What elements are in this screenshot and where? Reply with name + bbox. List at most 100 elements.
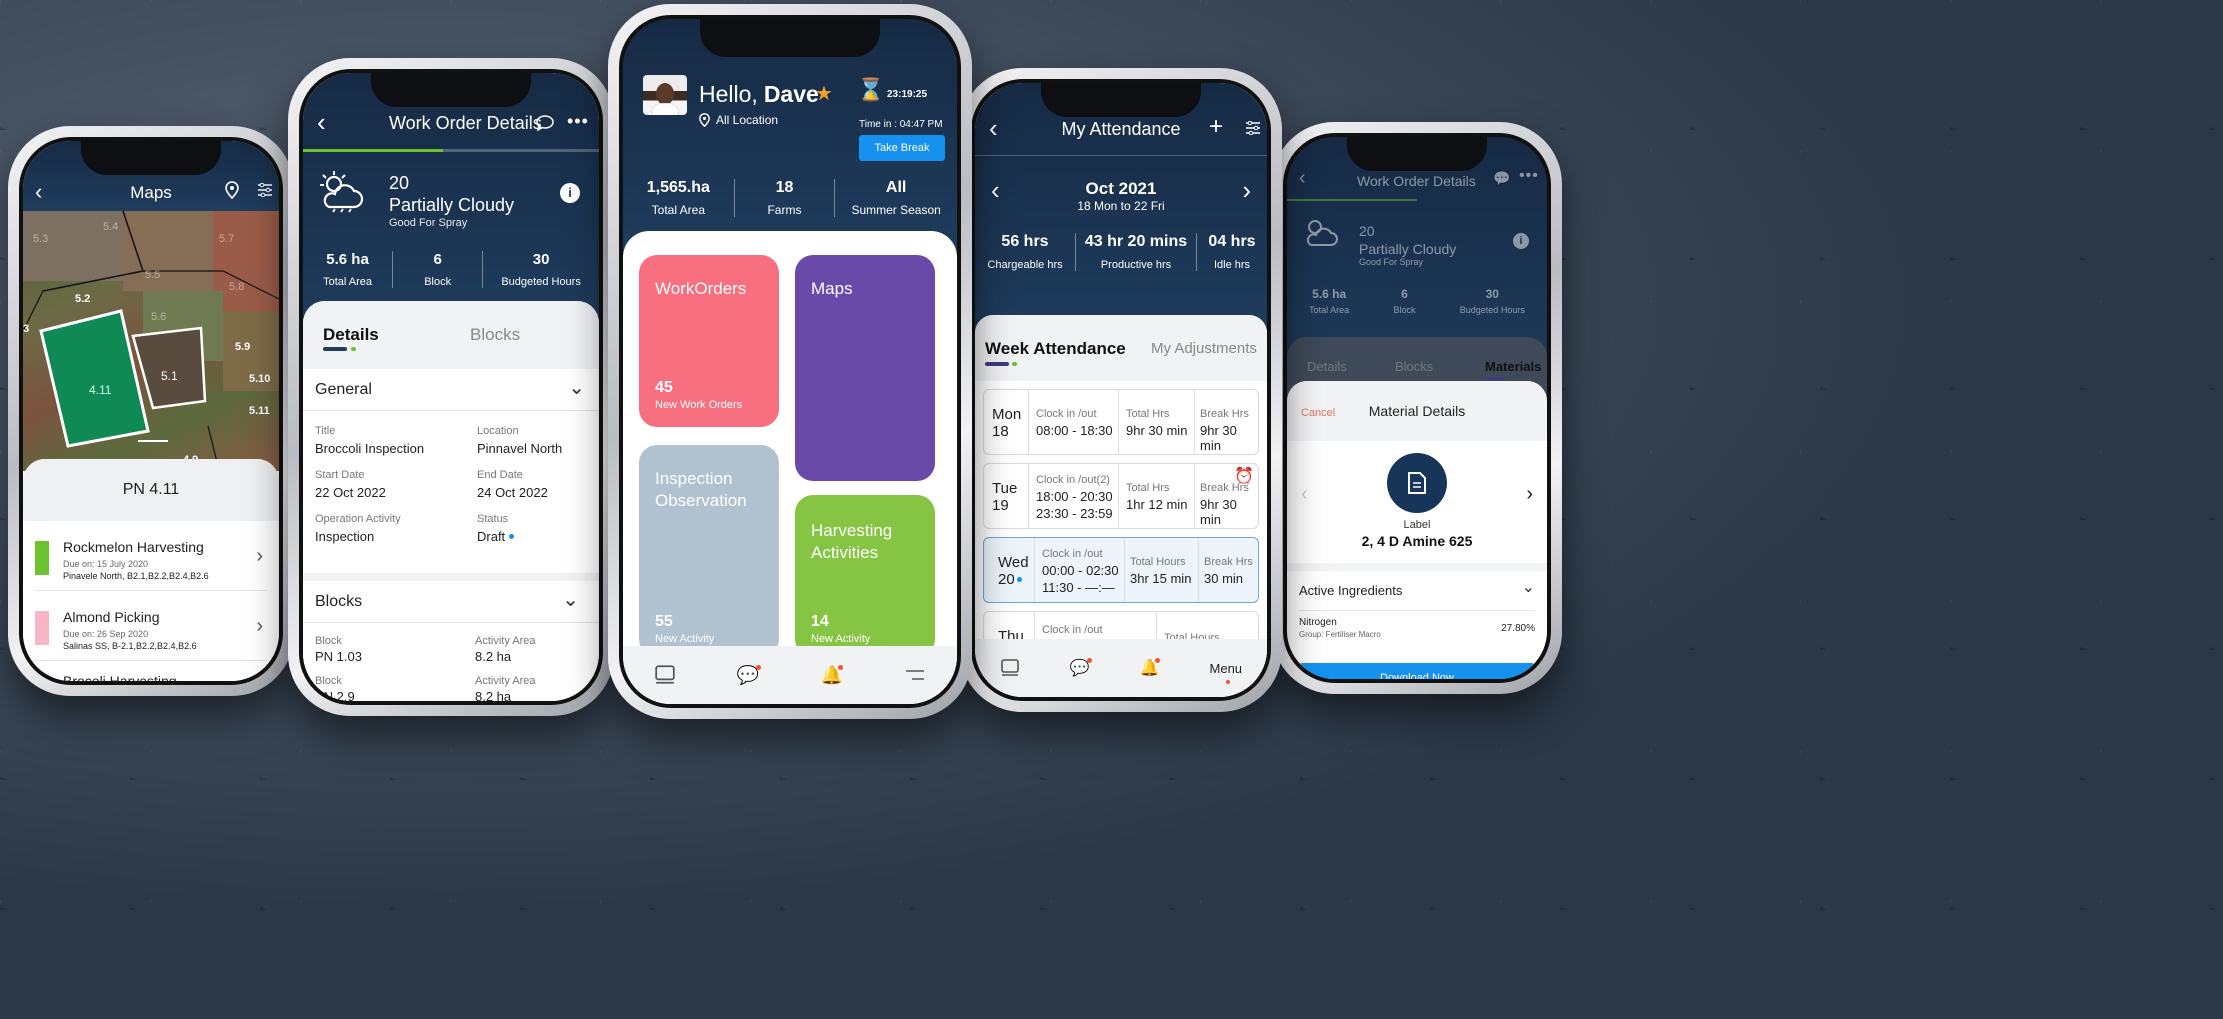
week-range: 18 Mon to 22 Fri bbox=[1077, 199, 1165, 213]
item-due: Due on: 15 July 2020 bbox=[63, 559, 149, 569]
active-ingredients-header[interactable]: Active Ingredients ⌄ bbox=[1299, 571, 1535, 611]
filter-icon[interactable] bbox=[257, 183, 273, 197]
home-icon[interactable] bbox=[654, 664, 676, 686]
status-dot bbox=[509, 534, 515, 539]
item-due: Due on: 26 Sep 2020 bbox=[63, 629, 149, 639]
chat-icon[interactable] bbox=[536, 115, 554, 131]
timer: 23:19:25 bbox=[887, 89, 928, 100]
partly-cloudy-icon bbox=[1306, 220, 1338, 246]
attendance-row[interactable]: Tue 19 Clock in /out(2) 18:00 - 20:30 23:30… bbox=[983, 463, 1259, 529]
tile-maps[interactable]: Maps bbox=[795, 255, 935, 481]
material-screen: ‹ Work Order Details 💬 ••• 20 Partially … bbox=[1283, 133, 1551, 683]
tab-blocks[interactable]: Blocks bbox=[1395, 359, 1433, 374]
tab-my-adjustments[interactable]: My Adjustments bbox=[1151, 340, 1257, 357]
bottom-nav: 💬 🔔 bbox=[623, 646, 957, 704]
more-icon[interactable]: ••• bbox=[567, 111, 589, 132]
hourglass-icon: ⌛ bbox=[857, 77, 885, 102]
tab-blocks[interactable]: Blocks bbox=[470, 325, 520, 345]
tab-materials[interactable]: Materials bbox=[1485, 359, 1541, 374]
attendance-row-selected[interactable]: Wed 20 Clock in /out 00:00 - 02:30 11:30 - … bbox=[983, 537, 1259, 603]
tile-inspection-observation[interactable]: Inspection Observation 55 New Activity bbox=[639, 445, 779, 657]
menu-label[interactable]: Menu bbox=[1210, 661, 1242, 684]
add-icon[interactable]: + bbox=[1209, 113, 1223, 141]
star-icon[interactable]: ★ bbox=[815, 81, 833, 106]
back-icon[interactable]: ‹ bbox=[317, 107, 326, 138]
chat-icon[interactable]: 💬 bbox=[1070, 658, 1092, 678]
info-icon[interactable]: i bbox=[1513, 233, 1529, 249]
selected-field-label: 4.11 bbox=[89, 383, 112, 397]
stat: 5.6 ha Total Area bbox=[303, 251, 394, 288]
chevron-left-icon[interactable]: ‹ bbox=[1301, 483, 1308, 506]
general-section-header[interactable]: General ⌄ bbox=[303, 369, 599, 411]
weather-label: Partially Cloudy bbox=[1359, 241, 1457, 257]
field-label: 5.6 bbox=[151, 311, 167, 323]
field-label: 5.7 bbox=[219, 233, 235, 245]
location-pin-icon bbox=[699, 113, 710, 127]
attendance-screen: ‹ My Attendance + ‹ › Oct 2021 18 Mon to… bbox=[971, 79, 1271, 701]
satellite-map[interactable]: 5.3 5.4 5.5 5.6 5.7 5.8 5.2 3 5.9 5.10 5… bbox=[23, 211, 279, 471]
weather-label: Partially Cloudy bbox=[389, 195, 515, 215]
back-icon[interactable]: ‹ bbox=[1299, 167, 1306, 190]
chevron-right-icon[interactable]: › bbox=[1526, 483, 1533, 506]
material-label: Label bbox=[1403, 519, 1431, 531]
alarm-icon: ⏰ bbox=[1234, 468, 1254, 485]
chat-icon[interactable]: 💬 bbox=[737, 664, 762, 686]
chat-icon[interactable]: 💬 bbox=[1493, 170, 1510, 187]
maps-title: Maps bbox=[130, 183, 172, 202]
status-value: Draft bbox=[477, 529, 506, 544]
tile-workorders[interactable]: WorkOrders 45 New Work Orders bbox=[639, 255, 779, 427]
phone-maps: ‹ Maps 5.3 5.4 5.5 5.6 5.7 5.8 5.2 3 5.9… bbox=[8, 126, 294, 696]
section-title: Active Ingredients bbox=[1299, 583, 1403, 598]
menu-icon[interactable] bbox=[904, 668, 926, 682]
more-icon[interactable]: ••• bbox=[1519, 167, 1539, 185]
work-order-screen: ‹ Work Order Details ••• 20 Partially Cl… bbox=[299, 69, 603, 705]
stat: 5.6 ha Total Area bbox=[1309, 287, 1350, 315]
filter-icon[interactable] bbox=[1245, 121, 1261, 135]
tab-details[interactable]: Details bbox=[1307, 359, 1347, 374]
attendance-row[interactable]: Mon 18 Clock in /out 08:00 - 18:30 Total H… bbox=[983, 389, 1259, 455]
location-label[interactable]: All Location bbox=[716, 113, 778, 127]
tab-week-attendance[interactable]: Week Attendance bbox=[985, 339, 1126, 359]
field-label: 5.3 bbox=[33, 233, 49, 245]
field-label: 5.4 bbox=[103, 221, 119, 233]
color-swatch bbox=[35, 675, 49, 681]
list-item[interactable]: Almond Picking Due on: 26 Sep 2020 Salin… bbox=[35, 591, 267, 661]
stat: 04 hrs Idle hrs bbox=[1208, 233, 1256, 271]
avatar[interactable] bbox=[643, 75, 687, 115]
download-now-button[interactable]: Download Now bbox=[1297, 663, 1537, 679]
start-date-value: 22 Oct 2022 bbox=[315, 485, 386, 500]
stat: 6 Block bbox=[1393, 287, 1416, 315]
home-icon[interactable] bbox=[1000, 658, 1020, 678]
item-name: Brocoli Harvesting bbox=[63, 673, 177, 685]
sheet-title: Material Details bbox=[1368, 403, 1466, 419]
time-in: Time in : 04:47 PM bbox=[859, 119, 943, 130]
user-name: Dave bbox=[763, 81, 819, 107]
stat: 18 Farms bbox=[735, 179, 836, 217]
take-break-button[interactable]: Take Break bbox=[859, 135, 945, 161]
stat: 30 Budgeted Hours bbox=[1459, 287, 1525, 315]
blocks-section-header[interactable]: Blocks ⌄ bbox=[303, 581, 599, 623]
partly-cloudy-icon bbox=[320, 171, 364, 213]
tab-details[interactable]: Details bbox=[323, 325, 379, 345]
list-item[interactable]: Rockmelon Harvesting Due on: 15 July 202… bbox=[35, 521, 267, 591]
bell-icon[interactable]: 🔔 bbox=[821, 664, 844, 686]
title-value: Broccoli Inspection bbox=[315, 441, 425, 456]
screen-title: Work Order Details bbox=[389, 113, 542, 133]
location-pin-icon[interactable] bbox=[225, 181, 239, 199]
bell-icon[interactable]: 🔔 bbox=[1140, 658, 1160, 678]
chevron-down-icon: ⌄ bbox=[562, 589, 579, 611]
info-icon[interactable]: i bbox=[560, 183, 580, 203]
location-value: Pinnavel North bbox=[477, 441, 563, 456]
item-name: Rockmelon Harvesting bbox=[63, 539, 204, 555]
stat: 56 hrs Chargeable hrs bbox=[975, 233, 1076, 271]
weather-sub: Good For Spray bbox=[1359, 257, 1424, 267]
end-date-value: 24 Oct 2022 bbox=[477, 485, 548, 500]
weather-sub: Good For Spray bbox=[389, 217, 468, 229]
field-label: 5.8 bbox=[229, 281, 245, 293]
item-name: Almond Picking bbox=[63, 609, 160, 625]
tile-harvesting-activities[interactable]: Harvesting Activities 14 New Activity bbox=[795, 495, 935, 657]
list-item[interactable]: Brocoli Harvesting bbox=[35, 661, 267, 685]
today-dot bbox=[1016, 577, 1022, 582]
greeting: Hello, bbox=[699, 81, 758, 107]
screen-title: My Attendance bbox=[1061, 119, 1181, 139]
